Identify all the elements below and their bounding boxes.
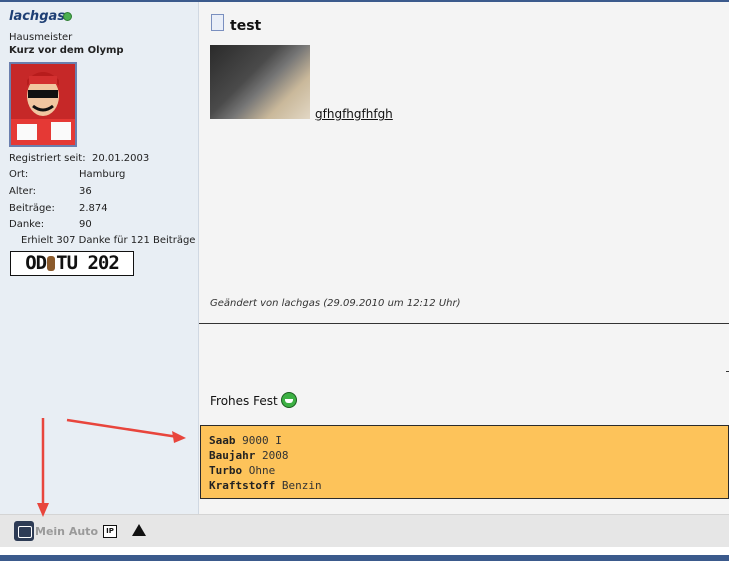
post-image[interactable]: [210, 45, 310, 119]
info-row-location: Ort: Hamburg: [9, 169, 125, 180]
user-title: Kurz vor dem Olymp: [9, 45, 124, 56]
info-label: Registriert seit:: [9, 153, 86, 164]
info-value: 36: [79, 186, 92, 197]
info-label: Beiträge:: [9, 203, 55, 214]
signature-greeting: Frohes Fest: [210, 394, 278, 408]
info-value: 2.874: [79, 203, 108, 214]
car-label: Turbo: [209, 464, 243, 477]
online-status-icon: [63, 12, 72, 21]
plate-seal-icon: [47, 256, 56, 271]
footer-border: [0, 555, 729, 561]
info-label: Alter:: [9, 186, 36, 197]
edited-note: Geändert von lachgas (29.09.2010 um 12:1…: [210, 298, 461, 309]
car-value: Benzin: [281, 479, 322, 492]
info-row-posts: Beiträge: 2.874: [9, 203, 108, 214]
car-row: Turbo Ohne: [209, 464, 275, 477]
info-value: 90: [79, 219, 92, 230]
post-title: test: [230, 18, 262, 34]
car-info-box: Saab 9000 I Baujahr 2008 Turbo Ohne Kraf…: [200, 425, 729, 499]
car-row: Saab 9000 I: [209, 434, 282, 447]
license-plate: OD TU 202: [10, 251, 134, 276]
signature-divider: [199, 323, 729, 324]
mein-auto-button[interactable]: Mein Auto: [35, 525, 98, 538]
plate-right: TU 202: [56, 252, 120, 274]
post-link[interactable]: gfhgfhgfhfgh: [315, 107, 393, 121]
car-row: Baujahr 2008: [209, 449, 288, 462]
user-rank: Hausmeister: [9, 32, 73, 43]
car-label: Saab: [209, 434, 236, 447]
username-link[interactable]: lachgas: [9, 9, 65, 24]
car-icon[interactable]: [14, 521, 34, 541]
info-row-thanks: Danke: 90: [9, 219, 92, 230]
car-value: Ohne: [248, 464, 276, 477]
document-icon: [211, 14, 224, 31]
info-row-registered: Registriert seit: 20.01.2003: [9, 153, 149, 164]
ip-icon[interactable]: IP: [103, 525, 117, 538]
car-label: Kraftstoff: [209, 479, 276, 492]
info-label: Danke:: [9, 219, 45, 230]
car-row: Kraftstoff Benzin: [209, 479, 322, 492]
info-value: 20.01.2003: [92, 153, 150, 164]
info-label: Ort:: [9, 169, 29, 180]
car-value: 2008: [261, 449, 289, 462]
grin-smiley-icon: [281, 392, 297, 408]
thanks-summary: Erhielt 307 Danke für 121 Beiträge: [21, 235, 196, 246]
avatar[interactable]: [9, 62, 77, 147]
plate-left: OD: [25, 252, 47, 274]
car-value: 9000 I: [242, 434, 282, 447]
info-value: Hamburg: [79, 169, 126, 180]
report-warning-icon[interactable]: [132, 524, 146, 536]
footer-spacer: [0, 547, 729, 555]
avatar-image: [11, 64, 75, 145]
info-row-age: Alter: 36: [9, 186, 92, 197]
car-label: Baujahr: [209, 449, 256, 462]
